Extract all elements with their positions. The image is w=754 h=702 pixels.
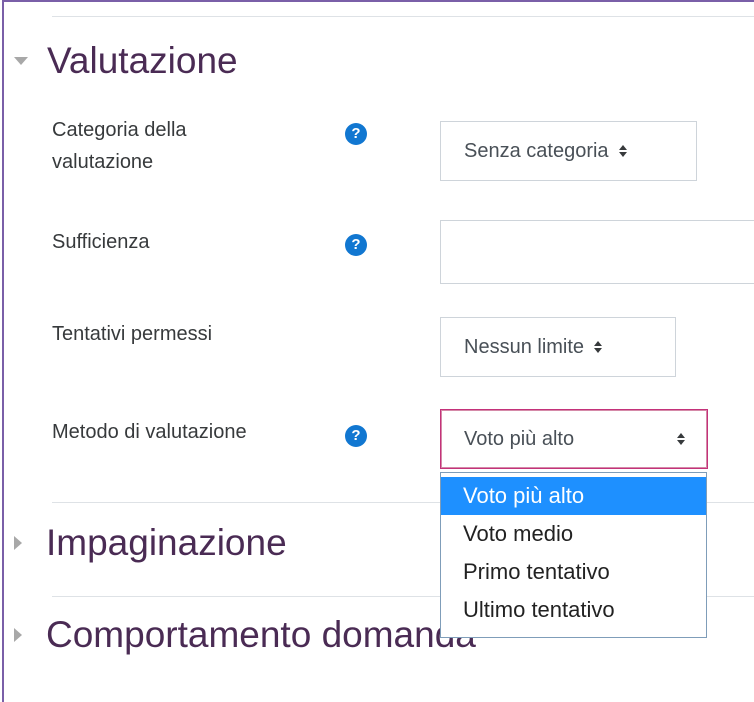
section-header-impaginazione[interactable]: Impaginazione [14,522,287,564]
categoria-label: Categoria della valutazione [52,119,187,173]
tentativi-select-value: Nessun limite [464,335,585,358]
help-icon[interactable]: ? [345,123,367,145]
section-title-valutazione: Valutazione [47,40,238,81]
sufficienza-label: Sufficienza [52,231,150,253]
help-icon[interactable]: ? [345,425,367,447]
metodo-select-value: Voto più alto [464,427,575,450]
metodo-label: Metodo di valutazione [52,421,247,443]
dropdown-option[interactable]: Primo tentativo [441,553,706,591]
expand-caret-icon [14,628,22,642]
select-arrows-icon [618,145,627,157]
dropdown-option[interactable]: Voto più alto [441,477,706,515]
collapse-caret-icon [14,57,28,65]
categoria-select[interactable]: Senza categoria [440,121,697,181]
sufficienza-input[interactable] [440,220,754,284]
metodo-select[interactable]: Voto più alto [440,409,708,469]
section-title-impaginazione: Impaginazione [46,522,287,563]
top-divider [52,16,754,17]
dropdown-option[interactable]: Ultimo tentativo [441,591,706,629]
help-icon[interactable]: ? [345,234,367,256]
dropdown-option[interactable]: Voto medio [441,515,706,553]
tentativi-label: Tentativi permessi [52,323,213,345]
categoria-select-value: Senza categoria [464,139,609,162]
select-arrows-icon [594,341,603,353]
section-header-valutazione[interactable]: Valutazione [14,40,238,82]
section-header-comportamento[interactable]: Comportamento domanda [14,614,476,656]
expand-caret-icon [14,536,22,550]
metodo-dropdown-list: Voto più alto Voto medio Primo tentativo… [440,472,707,638]
tentativi-select[interactable]: Nessun limite [440,317,676,377]
select-arrows-icon [677,433,685,445]
section-title-comportamento: Comportamento domanda [46,614,476,655]
